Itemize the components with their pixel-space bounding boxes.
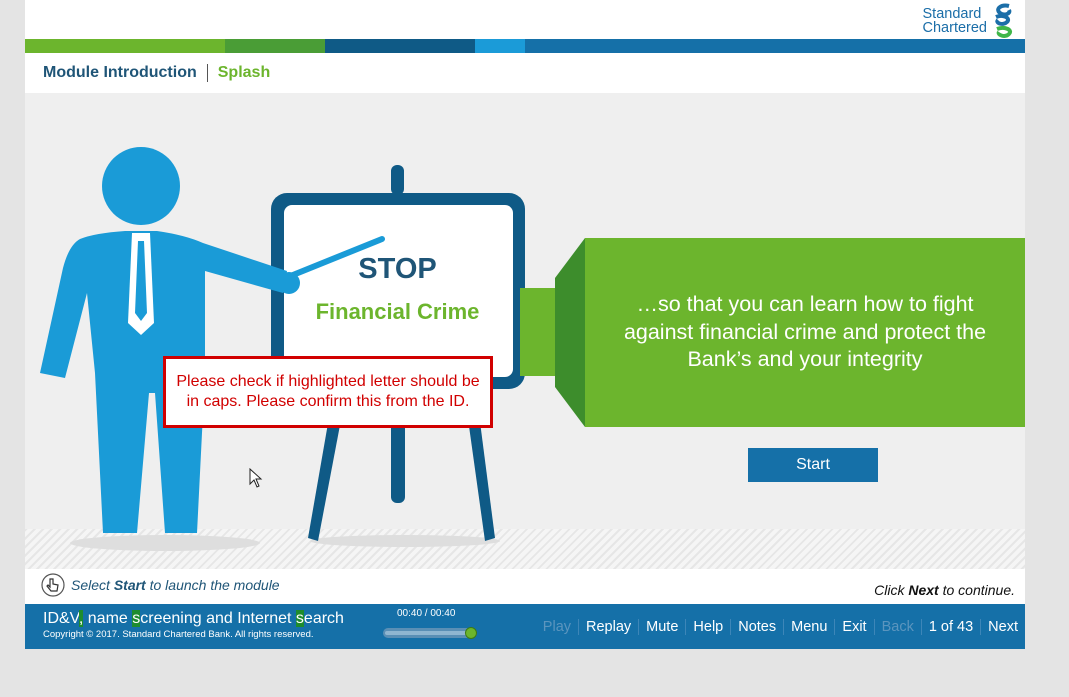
standard-chartered-logo-icon [995, 3, 1012, 38]
logo-text-line2: Chartered [922, 20, 987, 36]
notes-button[interactable]: Notes [730, 618, 783, 635]
instruction-hint: Select Start to launch the module [41, 573, 280, 597]
breadcrumb-page: Splash [217, 64, 271, 81]
breadcrumb-module: Module Introduction [43, 64, 197, 81]
brand-logo: Standard Chartered [923, 3, 1015, 39]
mute-button[interactable]: Mute [638, 618, 685, 635]
continue-suffix: to continue. [942, 582, 1015, 598]
continue-prefix: Click [874, 582, 905, 598]
progress-fill [385, 631, 471, 635]
progress-knob[interactable] [465, 627, 477, 639]
hand-pointer-icon [41, 573, 65, 597]
banner-connector [520, 288, 560, 376]
player-nav: Play Replay Mute Help Notes Menu Exit Ba… [536, 604, 1025, 649]
course-title-part: earch [303, 610, 344, 627]
continue-hint: Click Next to continue. [874, 582, 1015, 598]
exit-button[interactable]: Exit [834, 618, 873, 635]
start-button[interactable]: Start [748, 448, 878, 482]
back-button[interactable]: Back [873, 618, 921, 635]
hint-action: Start [113, 577, 146, 593]
banner-text: …so that you can learn how to fight agai… [623, 292, 987, 372]
time-display: 00:40 / 00:40 [397, 608, 456, 619]
splash-stage: STOP Financial Crime …so that you can le… [25, 93, 1025, 569]
page-indicator: 1 of 43 [920, 618, 980, 635]
breadcrumb-divider [206, 64, 208, 82]
logo-text-line1: Standard [922, 6, 982, 22]
banner-fold [555, 238, 585, 427]
copyright: Copyright © 2017. Standard Chartered Ban… [43, 629, 314, 640]
course-title-part: name [87, 610, 133, 627]
menu-button[interactable]: Menu [783, 618, 834, 635]
logo-text: Standard Chartered [922, 6, 987, 36]
board-subtitle: Financial Crime [315, 299, 480, 324]
course-title: ID&V, name screening and Internet search [43, 610, 344, 628]
course-player: Standard Chartered Module Introduction S… [25, 0, 1025, 649]
progress-slider[interactable] [383, 627, 477, 639]
hint-prefix: Select [71, 577, 110, 593]
highlighted-letter: s [295, 610, 304, 627]
course-title-part: ID&V [43, 610, 79, 627]
play-button[interactable]: Play [536, 619, 578, 635]
player-footer: ID&V, name screening and Internet search… [25, 604, 1025, 649]
hint-suffix: to launch the module [149, 577, 280, 593]
help-button[interactable]: Help [685, 618, 730, 635]
review-note: Please check if highlighted letter shoul… [163, 356, 493, 428]
brand-color-strip [25, 39, 1025, 53]
course-title-part: creening and Internet [140, 610, 296, 627]
continue-action: Next [908, 582, 939, 598]
board-stop-text: STOP [358, 253, 437, 285]
replay-button[interactable]: Replay [578, 618, 638, 635]
mouse-cursor-icon [249, 468, 263, 488]
next-button[interactable]: Next [980, 618, 1025, 635]
breadcrumb: Module Introduction Splash [43, 64, 270, 82]
